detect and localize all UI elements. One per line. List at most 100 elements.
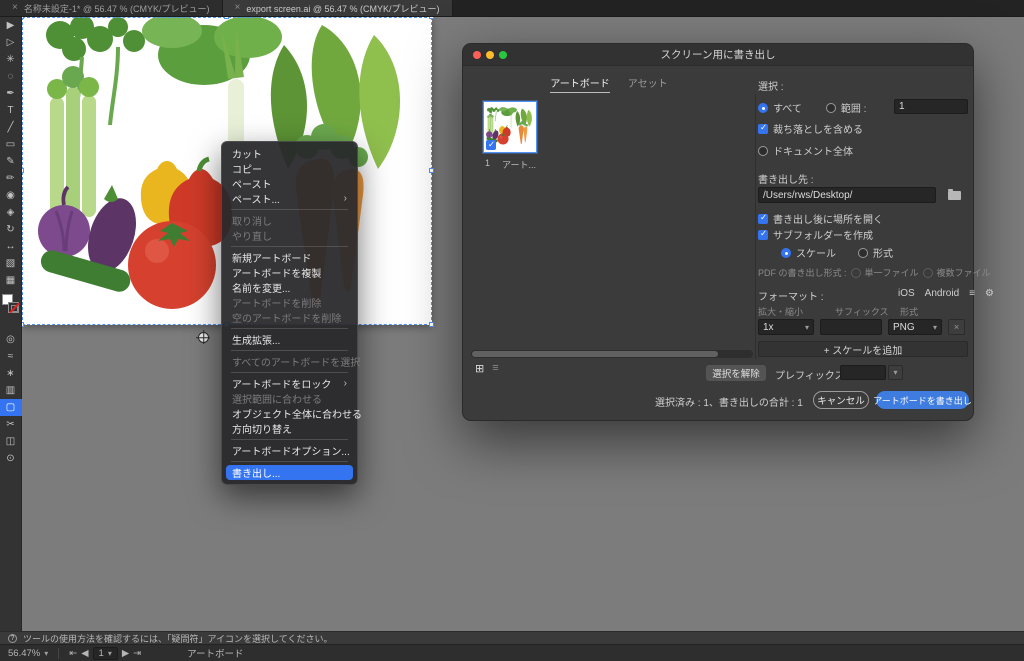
artboard-number-select[interactable]: 1 ▾ <box>93 647 118 660</box>
radio-full-document[interactable] <box>758 146 768 156</box>
rotate-tool[interactable]: ↻ <box>0 221 22 238</box>
menu-item[interactable]: アートボードをロック › <box>222 376 357 391</box>
prefix-input[interactable] <box>840 365 886 380</box>
symbol-sprayer-tool[interactable]: ∗ <box>0 365 22 382</box>
menu-item[interactable]: アートボードを削除 › <box>222 295 357 310</box>
menu-item[interactable]: 書き出し... › <box>226 465 353 480</box>
artboard-thumbnail[interactable] <box>483 101 537 153</box>
first-artboard-icon[interactable]: ⇤ <box>69 648 77 659</box>
radio-scale[interactable] <box>781 248 791 258</box>
close-icon[interactable]: × <box>235 3 241 13</box>
tool-icon: ↻ <box>6 224 14 235</box>
menu-item[interactable]: アートボードを複製 › <box>222 265 357 280</box>
magic-wand-tool[interactable]: ✳ <box>0 51 22 68</box>
line-segment-tool[interactable]: ╱ <box>0 119 22 136</box>
free-transform-tool[interactable]: ▦ <box>0 272 22 289</box>
eyedropper-tool[interactable]: ◎ <box>0 331 22 348</box>
status-artboard-label: アートボード <box>187 646 243 660</box>
previous-artboard-icon[interactable]: ◀ <box>81 648 88 659</box>
radio-range[interactable] <box>826 103 836 113</box>
format-section-label: フォーマット : <box>758 288 824 303</box>
selection-tool[interactable]: ▶ <box>0 17 22 34</box>
eraser-tool[interactable]: ◈ <box>0 204 22 221</box>
close-icon[interactable]: × <box>12 3 18 13</box>
include-bleed-checkbox[interactable] <box>758 124 768 134</box>
scale-tool[interactable]: ↔ <box>0 238 22 255</box>
export-for-screens-dialog: スクリーン用に書き出し アートボード アセット 1 アート... ⊞ ≡ 選択 … <box>462 43 974 421</box>
menu-separator <box>231 350 348 351</box>
document-tab-export-screen[interactable]: × export screen.ai @ 56.47 % (CMYK/プレビュー… <box>223 0 453 16</box>
last-artboard-icon[interactable]: ⇥ <box>133 648 141 659</box>
tab-artboards[interactable]: アートボード <box>550 75 609 93</box>
android-preset-button[interactable]: Android <box>925 288 959 299</box>
add-scale-button[interactable]: + スケールを追加 <box>758 341 968 357</box>
menu-item[interactable]: コピー › <box>222 161 357 176</box>
dialog-titlebar[interactable]: スクリーン用に書き出し <box>463 44 973 66</box>
open-location-checkbox[interactable] <box>758 214 768 224</box>
stroke-color-swatch[interactable] <box>8 302 19 313</box>
scrollbar-thumb[interactable] <box>472 351 718 357</box>
horizontal-scrollbar[interactable] <box>471 350 753 358</box>
menu-item-label: 選択範囲に合わせる <box>232 391 322 406</box>
paintbrush-tool[interactable]: ✎ <box>0 153 22 170</box>
tab-assets[interactable]: アセット <box>628 75 668 93</box>
menu-item[interactable]: すべてのアートボードを選択 › <box>222 354 357 369</box>
menu-item[interactable]: 空のアートボードを削除 › <box>222 310 357 325</box>
rectangle-tool[interactable]: ▭ <box>0 136 22 153</box>
type-tool[interactable]: T <box>0 102 22 119</box>
menu-item[interactable]: ペースト... › <box>222 191 357 206</box>
grid-view-icon[interactable]: ⊞ <box>475 362 484 375</box>
slice-tool[interactable]: ✂ <box>0 416 22 433</box>
create-subfolders-checkbox[interactable] <box>758 230 768 240</box>
format-select[interactable]: PNG ▾ <box>888 319 942 335</box>
menu-separator <box>231 328 348 329</box>
document-tab-untitled[interactable]: × 名称未設定-1* @ 56.47 % (CMYK/プレビュー) <box>0 0 223 16</box>
cancel-button[interactable]: キャンセル <box>813 391 869 409</box>
deselect-button[interactable]: 選択を解除 <box>706 365 766 381</box>
menu-item[interactable]: カット › <box>222 146 357 161</box>
column-graph-tool[interactable]: ▥ <box>0 382 22 399</box>
range-input[interactable]: 1 <box>894 99 968 114</box>
remove-format-button[interactable]: × <box>948 319 965 335</box>
artboard-number: 1 <box>485 158 490 171</box>
menu-item-label: アートボードを複製 <box>232 265 321 280</box>
menu-item[interactable]: 選択範囲に合わせる › <box>222 391 357 406</box>
zoom-tool[interactable]: ⊙ <box>0 450 22 467</box>
width-tool[interactable]: ▧ <box>0 255 22 272</box>
menu-item[interactable]: 新規アートボード › <box>222 250 357 265</box>
pencil-tool[interactable]: ✏ <box>0 170 22 187</box>
zoom-level: 56.47% <box>8 648 40 659</box>
shaper-tool[interactable]: ◉ <box>0 187 22 204</box>
scale-select[interactable]: 1x ▾ <box>758 319 814 335</box>
selection-handle[interactable] <box>429 168 434 173</box>
menu-item[interactable]: オブジェクト全体に合わせる › <box>222 406 357 421</box>
ios-preset-button[interactable]: iOS <box>898 288 915 299</box>
menu-item[interactable]: 生成拡張... › <box>222 332 357 347</box>
next-artboard-icon[interactable]: ▶ <box>122 648 129 659</box>
format-settings-gear-icon[interactable]: ⚙ <box>985 288 994 299</box>
menu-item[interactable]: ペースト › <box>222 176 357 191</box>
menu-item[interactable]: 名前を変更... › <box>222 280 357 295</box>
pen-tool[interactable]: ✒ <box>0 85 22 102</box>
radio-format[interactable] <box>858 248 868 258</box>
menu-item[interactable]: 方向切り替え › <box>222 421 357 436</box>
export-path-input[interactable]: /Users/rws/Desktop/ <box>758 187 936 203</box>
folder-browse-icon[interactable] <box>948 191 961 200</box>
zoom-control[interactable]: 56.47% ▾ <box>8 648 48 659</box>
selection-handle[interactable] <box>429 322 434 327</box>
export-artboards-button[interactable]: アートボードを書き出し <box>876 391 969 409</box>
direct-selection-tool[interactable]: ▷ <box>0 34 22 51</box>
format-list-icon[interactable]: ≡ <box>969 288 975 299</box>
suffix-input[interactable] <box>820 319 882 335</box>
menu-item[interactable]: アートボードオプション... › <box>222 443 357 458</box>
thumbnail-checkbox[interactable] <box>486 140 496 150</box>
lasso-tool[interactable]: ◌ <box>0 68 22 85</box>
prefix-dropdown-button[interactable]: ▾ <box>888 365 903 380</box>
list-view-icon[interactable]: ≡ <box>492 362 498 375</box>
blend-tool[interactable]: ≈ <box>0 348 22 365</box>
menu-item[interactable]: 取り消し › <box>222 213 357 228</box>
radio-all[interactable] <box>758 103 768 113</box>
menu-item[interactable]: やり直し › <box>222 228 357 243</box>
hand-tool[interactable]: ◫ <box>0 433 22 450</box>
artboard-tool[interactable]: ▢ <box>0 399 22 416</box>
